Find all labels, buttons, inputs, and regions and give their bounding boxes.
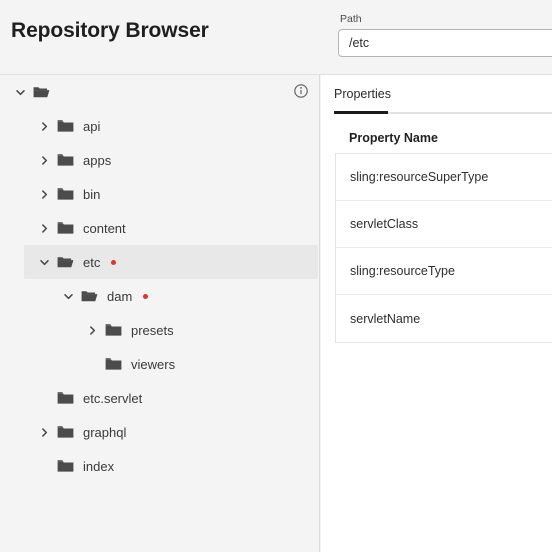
tree-node-label: apps [83,152,112,168]
path-label: Path [340,13,362,25]
tree-node-content: etc.servlet [36,390,142,406]
property-name-cell: sling:resourceSuperType [350,170,489,184]
page-title: Repository Browser [11,19,209,42]
chevron-right-icon[interactable] [36,424,52,440]
property-name-cell: servletName [350,311,421,326]
tree-node-label: dam [107,288,133,304]
tree-node-root[interactable] [0,75,319,109]
chevron-right-icon[interactable] [36,118,52,134]
tree-node-content[interactable]: content [0,211,319,245]
tree-node-label: viewers [131,356,176,372]
tree-node-content: dam [60,288,149,304]
status-badge [111,259,117,265]
table-row[interactable]: servletName [336,295,552,342]
app-header: Repository Browser Path [0,0,552,75]
folder-icon [57,152,74,168]
tree-node-label: bin [83,186,101,202]
folder-open-icon [81,288,98,304]
tree-node-graphql[interactable]: graphql [0,415,319,449]
tree-node-content: presets [84,322,174,338]
tree-node-api[interactable]: api [0,109,319,143]
tree-node-label: presets [131,322,174,338]
tab-properties[interactable]: Properties [334,87,391,101]
folder-icon [57,220,74,236]
path-input[interactable] [338,29,552,57]
folder-icon [57,390,74,406]
folder-open-icon [57,254,74,270]
tree: api apps bin content etc dam presets viewers etc… [0,75,319,483]
tree-node-label: etc.servlet [83,390,143,406]
chevron-down-icon[interactable] [12,84,28,100]
folder-open-icon [33,84,50,100]
tree-node-content: etc [36,254,117,270]
chevron-down-icon[interactable] [60,288,76,304]
tree-node-content: bin [36,186,100,202]
tree-node-content: graphql [36,424,126,440]
tree-node-content: content [36,220,126,236]
tree-node-content: index [36,458,114,474]
table-row[interactable]: servletClass [336,201,552,248]
chevron-right-icon[interactable] [36,220,52,236]
chevron-right-icon[interactable] [84,322,100,338]
chevron-down-icon[interactable] [36,254,52,270]
table-row[interactable]: sling:resourceSuperType [336,154,552,201]
tree-node-label: content [83,220,126,236]
chevron-right-icon[interactable] [36,186,52,202]
tree-node-content [12,84,50,100]
tree-node-bin[interactable]: bin [0,177,319,211]
properties-table: sling:resourceSuperType servletClass sling… [335,153,552,343]
tab-active-indicator [334,111,388,114]
tree-node-index[interactable]: index [0,449,319,483]
tree-node-etc-servlet[interactable]: etc.servlet [0,381,319,415]
table-row[interactable]: sling:resourceType [336,248,552,295]
tree-node-label: index [83,458,115,474]
tree-node-content: apps [36,152,111,168]
folder-icon [105,356,122,372]
column-header-property-name: Property Name [349,131,438,145]
properties-panel: Properties Property Name sling:resourceS… [321,75,552,552]
chevron-right-icon[interactable] [36,152,52,168]
repository-tree-panel: api apps bin content etc dam presets viewers etc… [0,75,320,552]
folder-icon [57,458,74,474]
property-name-cell: servletClass [350,217,419,231]
folder-icon [57,118,74,134]
tree-node-presets[interactable]: presets [0,313,319,347]
folder-icon [105,322,122,338]
tab-bar: Properties [321,75,552,114]
tree-node-label: graphql [83,424,127,440]
path-field-group: Path [338,13,552,57]
folder-icon [57,186,74,202]
folder-icon [57,424,74,440]
property-name-cell: sling:resourceType [350,264,455,278]
tree-node-label: etc [83,254,101,270]
tree-node-viewers[interactable]: viewers [0,347,319,381]
tree-node-label: api [83,118,101,134]
tree-node-content: viewers [84,356,175,372]
status-badge [143,293,149,299]
tree-node-apps[interactable]: apps [0,143,319,177]
tree-node-dam[interactable]: dam [0,279,319,313]
tree-node-content: api [36,118,100,134]
repository-browser-app: Repository Browser Path api apps bin conten… [0,0,552,552]
tree-node-etc[interactable]: etc [0,245,319,279]
